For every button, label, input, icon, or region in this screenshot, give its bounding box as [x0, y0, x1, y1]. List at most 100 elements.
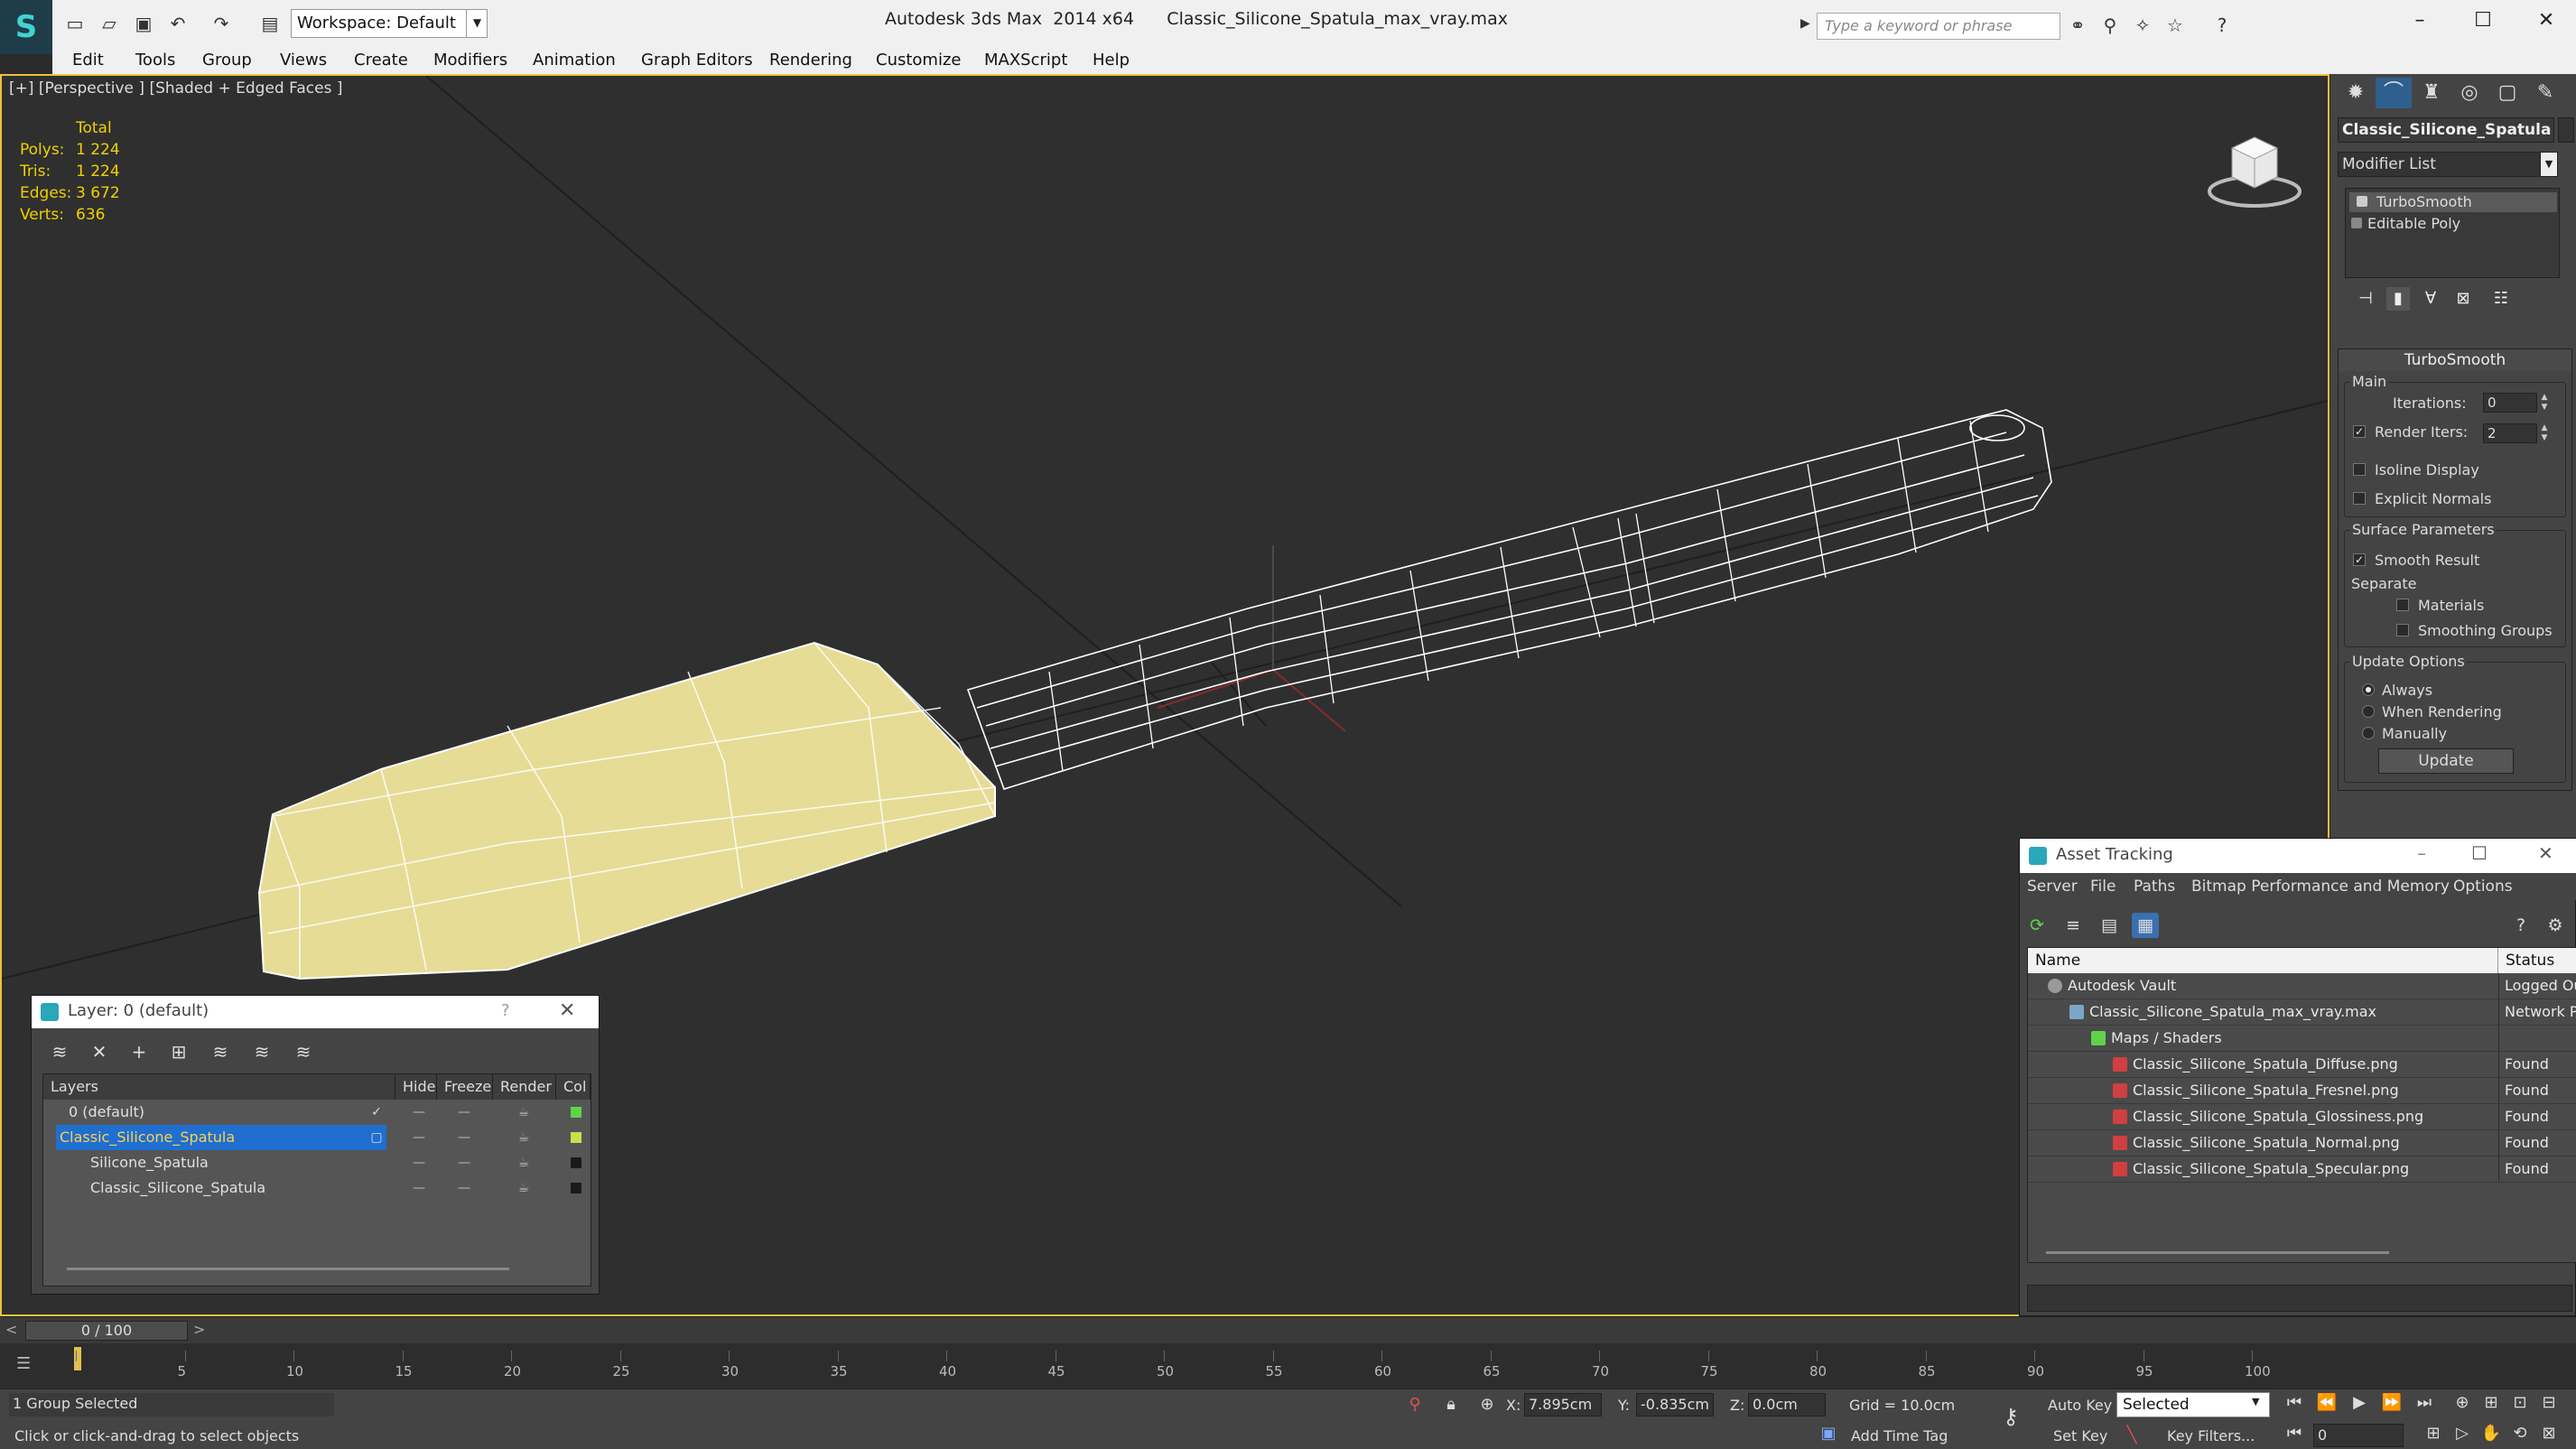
modifier-list-dropdown[interactable]: Modifier List	[2338, 152, 2558, 177]
object-color-swatch[interactable]	[2558, 117, 2574, 143]
spinner-arrows-icon[interactable]: ▲ ▼	[2539, 393, 2550, 413]
add-time-tag[interactable]: Add Time Tag	[1851, 1427, 1948, 1444]
column-header-hide[interactable]: Hide	[395, 1074, 437, 1100]
list-view-icon[interactable]: ≡	[2060, 913, 2087, 938]
stack-item-turbosmooth[interactable]: TurboSmooth	[2349, 192, 2557, 212]
close-icon[interactable]: ✕	[2538, 842, 2553, 864]
layer-color-swatch[interactable]	[571, 1157, 581, 1168]
go-to-start-icon[interactable]: ⏮	[2281, 1393, 2308, 1412]
make-unique-icon[interactable]: ∀	[2419, 287, 2442, 311]
project-folder-icon[interactable]: ▤	[258, 13, 282, 34]
update-button[interactable]: Update	[2378, 748, 2514, 774]
asset-row[interactable]: Maps / Shaders	[2028, 1026, 2576, 1052]
render-iters-checkbox[interactable]: ✓	[2353, 425, 2366, 438]
next-key-icon[interactable]: ⏩	[2378, 1393, 2405, 1412]
horizontal-scrollbar[interactable]	[67, 1268, 509, 1270]
layer-box-icon[interactable]: ▢	[363, 1125, 390, 1150]
column-header-name[interactable]: Name	[2028, 948, 2498, 973]
previous-frame-icon[interactable]: <	[5, 1321, 17, 1338]
materials-checkbox[interactable]	[2396, 599, 2409, 611]
spatula-blade[interactable]	[257, 641, 996, 980]
column-header-color[interactable]: Col	[556, 1074, 591, 1100]
help-icon[interactable]: ?	[2209, 13, 2236, 38]
column-header-status[interactable]: Status	[2498, 948, 2576, 973]
create-layer-icon[interactable]: ≋	[46, 1039, 73, 1064]
minimize-icon[interactable]: –	[2417, 842, 2426, 864]
search-expand-icon[interactable]: ▶	[1800, 16, 1810, 31]
refresh-icon[interactable]: ⟳	[2023, 913, 2051, 938]
go-to-end-icon[interactable]: ⏭	[2411, 1393, 2438, 1412]
layer-name[interactable]: Classic_Silicone_Spatula	[56, 1125, 386, 1150]
chevron-down-icon[interactable]: ▼	[2252, 1396, 2259, 1407]
minimize-icon[interactable]: –	[2402, 7, 2438, 34]
orbit-icon[interactable]: ⟲	[2506, 1424, 2534, 1443]
asset-row[interactable]: Classic_Silicone_Spatula_Fresnel.png Fou…	[2028, 1078, 2576, 1104]
column-header-freeze[interactable]: Freeze	[437, 1074, 493, 1100]
layer-row[interactable]: Classic_Silicone_Spatula — — ☕	[43, 1175, 591, 1201]
previous-key-icon[interactable]: ⏪	[2313, 1393, 2340, 1412]
render-teapot-icon[interactable]: ☕	[506, 1100, 542, 1125]
save-file-icon[interactable]: ▣	[132, 13, 155, 34]
track-bar[interactable]: ☰ 5 10 15 20 25 30 35 40 45 50 55 60 65 70 75 80 85 90 95 1…	[0, 1343, 2576, 1389]
key-filters-button[interactable]: Key Filters...	[2167, 1427, 2255, 1444]
pan-view-icon[interactable]: ✋	[2478, 1424, 2505, 1443]
search-input[interactable]: Type a keyword or phrase	[1817, 13, 2060, 40]
always-radio[interactable]	[2362, 683, 2375, 696]
set-key-button[interactable]: Set Key	[2053, 1427, 2107, 1444]
menu-group[interactable]: Group	[202, 51, 252, 70]
communication-icon[interactable]: ✧	[2129, 13, 2156, 38]
layer-name[interactable]: 0 (default)	[65, 1100, 144, 1125]
display-tab-icon[interactable]: ▢	[2489, 78, 2525, 108]
remove-modifier-icon[interactable]: ⊠	[2451, 287, 2475, 311]
key-mode-toggle-icon[interactable]: ⏮	[2281, 1424, 2308, 1443]
motion-tab-icon[interactable]: ◎	[2451, 78, 2488, 108]
configure-modifier-sets-icon[interactable]: ☷	[2489, 287, 2513, 311]
table-view-icon[interactable]: ▦	[2132, 913, 2159, 938]
iterations-spinner[interactable]: 0	[2483, 393, 2537, 413]
asset-tracking-titlebar[interactable]: Asset Tracking – ☐ ✕	[2020, 839, 2576, 873]
selection-lock-icon[interactable]: 🔒︎	[1437, 1395, 1465, 1414]
layer-dialog-titlebar[interactable]: Layer: 0 (default) ? ✕	[32, 996, 599, 1028]
layer-row[interactable]: Classic_Silicone_Spatula ▢ — — ☕	[43, 1125, 591, 1150]
explicit-normals-checkbox[interactable]	[2353, 492, 2366, 505]
maximize-viewport-icon[interactable]: ⊠	[2535, 1424, 2562, 1443]
workspace-dropdown[interactable]: Workspace: Default	[291, 9, 488, 38]
viewport-label[interactable]: [+] [Perspective ] [Shaded + Edged Faces…	[9, 79, 342, 98]
current-layer-check-icon[interactable]: ✓	[363, 1100, 390, 1125]
zoom-all-icon[interactable]: ⊞	[2478, 1393, 2505, 1412]
add-to-layer-icon[interactable]: +	[126, 1039, 153, 1064]
menu-animation[interactable]: Animation	[533, 51, 616, 70]
time-configuration-icon[interactable]: ⊞	[2420, 1424, 2447, 1443]
new-file-icon[interactable]: ▭	[63, 13, 87, 34]
lightbulb-icon[interactable]	[2357, 196, 2367, 207]
spinner-arrows-icon[interactable]: ▲ ▼	[2539, 423, 2550, 443]
asset-row[interactable]: Classic_Silicone_Spatula_max_vray.max Ne…	[2028, 999, 2576, 1026]
asset-row[interactable]: Classic_Silicone_Spatula_Specular.png Fo…	[2028, 1156, 2576, 1183]
stack-item-editable-poly[interactable]: Editable Poly	[2349, 214, 2557, 234]
subscription-icon[interactable]: ⚲	[2097, 13, 2124, 38]
freeze-toggle[interactable]: —	[446, 1175, 482, 1201]
menu-customize[interactable]: Customize	[876, 51, 961, 70]
layer-color-swatch[interactable]	[571, 1183, 581, 1194]
menu-create[interactable]: Create	[354, 51, 408, 70]
freeze-toggle[interactable]: —	[446, 1125, 482, 1150]
smoothing-groups-checkbox[interactable]	[2396, 624, 2409, 636]
smooth-result-checkbox[interactable]: ✓	[2353, 553, 2366, 566]
hide-toggle[interactable]: —	[401, 1125, 437, 1150]
zoom-extents-icon[interactable]: ⊡	[2506, 1393, 2534, 1412]
isolate-selection-icon[interactable]: ⚲	[1401, 1395, 1428, 1414]
absolute-mode-icon[interactable]: ⊕	[1474, 1395, 1501, 1414]
redo-icon[interactable]: ↷	[209, 13, 233, 34]
key-icon[interactable]: ⚷	[1997, 1404, 2024, 1429]
time-slider-thumb[interactable]: 0 / 100	[25, 1321, 188, 1341]
object-name-field[interactable]: Classic_Silicone_Spatula	[2338, 117, 2554, 143]
zoom-icon[interactable]: ⊕	[2449, 1393, 2476, 1412]
freeze-all-icon[interactable]: ≋	[290, 1039, 317, 1064]
settings-gear-icon[interactable]: ⚙	[2542, 913, 2569, 938]
menu-tools[interactable]: Tools	[135, 51, 175, 70]
expand-plus-icon[interactable]	[2351, 218, 2362, 228]
menu-paths[interactable]: Paths	[2134, 878, 2175, 896]
chevron-down-icon[interactable]: ▼	[2540, 152, 2558, 177]
menu-file[interactable]: File	[2090, 878, 2116, 896]
layer-color-swatch[interactable]	[571, 1107, 581, 1118]
